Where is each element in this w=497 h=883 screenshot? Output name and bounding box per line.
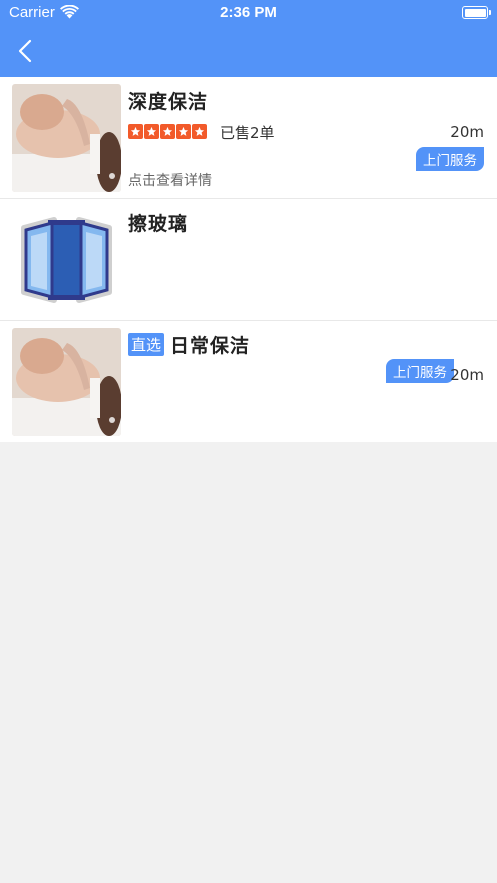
service-badge: 上门服务 (416, 147, 484, 171)
item-title: 深度保洁 (128, 91, 209, 113)
service-item-window-cleaning[interactable]: 擦玻璃 (0, 199, 497, 321)
star-icon (160, 124, 175, 139)
star-icon (144, 124, 159, 139)
sold-count: 已售2单 (220, 124, 275, 142)
star-icon (176, 124, 191, 139)
service-list: 深度保洁 已售2单 20m 上门服务 点击查看详情 擦玻璃 直选 日常保洁 上门… (0, 77, 497, 442)
item-title-row: 直选 日常保洁 (128, 331, 250, 358)
massage-photo-thumbnail (12, 328, 121, 436)
nav-header: Carrier 2:36 PM (0, 0, 497, 77)
back-chevron-icon[interactable] (14, 38, 38, 66)
status-bar: Carrier 2:36 PM (0, 0, 497, 26)
rating-stars (128, 124, 207, 139)
distance-label: 20m (450, 123, 484, 141)
battery-icon (462, 6, 491, 19)
service-item-daily-cleaning[interactable]: 直选 日常保洁 上门服务 20m (0, 321, 497, 442)
item-title: 日常保洁 (170, 335, 251, 357)
service-item-deep-cleaning[interactable]: 深度保洁 已售2单 20m 上门服务 点击查看详情 (0, 77, 497, 199)
window-icon (12, 206, 121, 314)
status-time: 2:36 PM (220, 4, 277, 21)
distance-label: 20m (450, 366, 484, 384)
star-icon (192, 124, 207, 139)
item-title: 擦玻璃 (128, 213, 189, 235)
direct-select-tag: 直选 (128, 333, 165, 356)
item-title-row: 擦玻璃 (128, 209, 188, 236)
view-details-link[interactable]: 点击查看详情 (128, 170, 212, 190)
star-icon (128, 124, 143, 139)
service-badge: 上门服务 (386, 359, 454, 383)
massage-photo-thumbnail (12, 84, 121, 192)
item-title-row: 深度保洁 (128, 87, 208, 114)
